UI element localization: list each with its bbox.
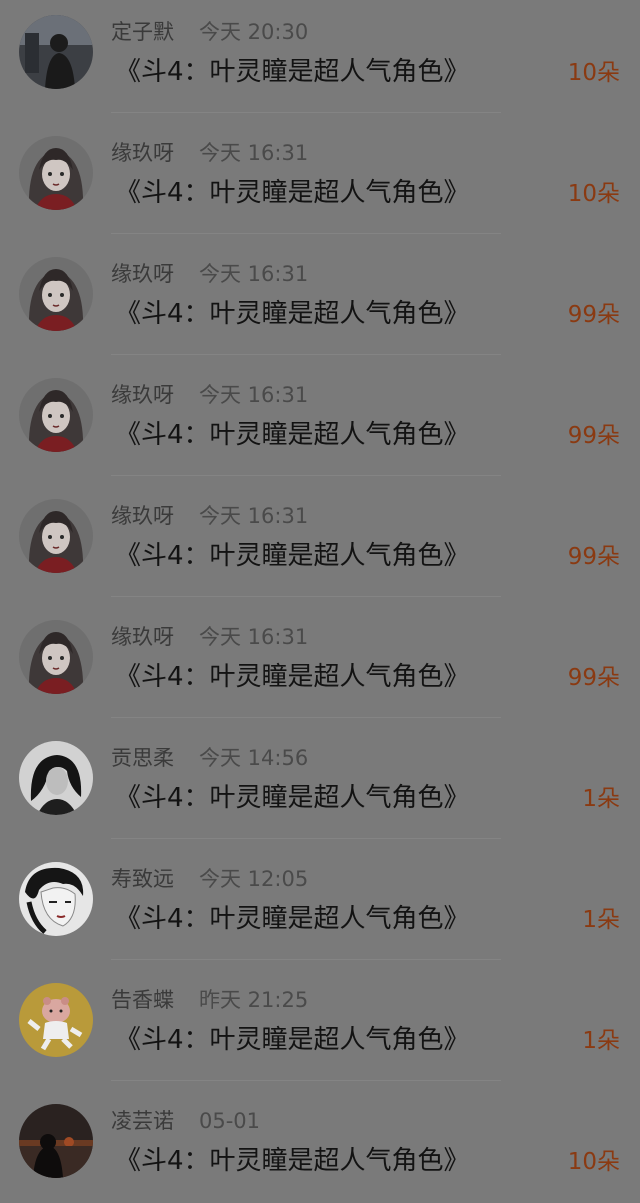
avatar[interactable] — [19, 257, 93, 331]
timestamp: 今天 16:31 — [199, 625, 309, 649]
divider — [111, 112, 501, 113]
timestamp: 今天 16:31 — [199, 383, 309, 407]
divider — [111, 596, 501, 597]
list-item[interactable]: 缘玖呀 今天 16:31 《斗4：叶灵瞳是超人气角色》 99朵 — [0, 484, 640, 605]
timestamp: 今天 12:05 — [199, 867, 309, 891]
username[interactable]: 缘玖呀 — [111, 260, 174, 288]
username[interactable]: 缘玖呀 — [111, 139, 174, 167]
divider — [111, 233, 501, 234]
avatar[interactable] — [19, 983, 93, 1057]
username[interactable]: 寿致远 — [111, 865, 174, 893]
list-item[interactable]: 缘玖呀 今天 16:31 《斗4：叶灵瞳是超人气角色》 99朵 — [0, 363, 640, 484]
timestamp: 今天 20:30 — [199, 20, 309, 44]
username[interactable]: 凌芸诺 — [111, 1107, 174, 1135]
timestamp: 昨天 21:25 — [199, 988, 309, 1012]
gift-amount: 1朵 — [582, 907, 620, 933]
divider — [111, 717, 501, 718]
list-item[interactable]: 告香蝶 昨天 21:25 《斗4：叶灵瞳是超人气角色》 1朵 — [0, 968, 640, 1089]
gift-message[interactable]: 《斗4：叶灵瞳是超人气角色》 — [115, 1143, 470, 1179]
gift-amount: 99朵 — [567, 544, 620, 570]
gift-message[interactable]: 《斗4：叶灵瞳是超人气角色》 — [115, 659, 470, 695]
gift-amount: 99朵 — [567, 302, 620, 328]
gift-message[interactable]: 《斗4：叶灵瞳是超人气角色》 — [115, 296, 470, 332]
list-item[interactable]: 凌芸诺 05-01 《斗4：叶灵瞳是超人气角色》 10朵 — [0, 1089, 640, 1203]
timestamp: 今天 14:56 — [199, 746, 309, 770]
timestamp: 今天 16:31 — [199, 141, 309, 165]
gift-amount: 10朵 — [567, 60, 620, 86]
list-item[interactable]: 缘玖呀 今天 16:31 《斗4：叶灵瞳是超人气角色》 99朵 — [0, 605, 640, 726]
avatar[interactable] — [19, 862, 93, 936]
username[interactable]: 定子默 — [111, 18, 174, 46]
gift-amount: 99朵 — [567, 665, 620, 691]
username[interactable]: 缘玖呀 — [111, 502, 174, 530]
list-item[interactable]: 定子默 今天 20:30 《斗4：叶灵瞳是超人气角色》 10朵 — [0, 0, 640, 121]
avatar[interactable] — [19, 15, 93, 89]
username[interactable]: 告香蝶 — [111, 986, 174, 1014]
gift-amount: 99朵 — [567, 423, 620, 449]
timestamp: 今天 16:31 — [199, 262, 309, 286]
list-item[interactable]: 缘玖呀 今天 16:31 《斗4：叶灵瞳是超人气角色》 10朵 — [0, 121, 640, 242]
gift-amount: 1朵 — [582, 786, 620, 812]
avatar[interactable] — [19, 620, 93, 694]
avatar[interactable] — [19, 136, 93, 210]
divider — [111, 1080, 501, 1081]
gift-message[interactable]: 《斗4：叶灵瞳是超人气角色》 — [115, 1022, 470, 1058]
gift-message[interactable]: 《斗4：叶灵瞳是超人气角色》 — [115, 54, 470, 90]
divider — [111, 838, 501, 839]
gift-amount: 10朵 — [567, 1149, 620, 1175]
gift-amount: 1朵 — [582, 1028, 620, 1054]
timestamp: 05-01 — [199, 1109, 261, 1133]
list-item[interactable]: 贡思柔 今天 14:56 《斗4：叶灵瞳是超人气角色》 1朵 — [0, 726, 640, 847]
username[interactable]: 缘玖呀 — [111, 381, 174, 409]
username[interactable]: 缘玖呀 — [111, 623, 174, 651]
username[interactable]: 贡思柔 — [111, 744, 174, 772]
avatar[interactable] — [19, 741, 93, 815]
divider — [111, 959, 501, 960]
gift-message[interactable]: 《斗4：叶灵瞳是超人气角色》 — [115, 538, 470, 574]
gift-message[interactable]: 《斗4：叶灵瞳是超人气角色》 — [115, 780, 470, 816]
gift-message[interactable]: 《斗4：叶灵瞳是超人气角色》 — [115, 175, 470, 211]
gift-message[interactable]: 《斗4：叶灵瞳是超人气角色》 — [115, 417, 470, 453]
avatar[interactable] — [19, 1104, 93, 1178]
list-item[interactable]: 缘玖呀 今天 16:31 《斗4：叶灵瞳是超人气角色》 99朵 — [0, 242, 640, 363]
avatar[interactable] — [19, 499, 93, 573]
divider — [111, 354, 501, 355]
gift-record-list: 定子默 今天 20:30 《斗4：叶灵瞳是超人气角色》 10朵 缘玖呀 今天 16:31 《… — [0, 0, 640, 1203]
gift-amount: 10朵 — [567, 181, 620, 207]
avatar[interactable] — [19, 378, 93, 452]
divider — [111, 475, 501, 476]
gift-message[interactable]: 《斗4：叶灵瞳是超人气角色》 — [115, 901, 470, 937]
timestamp: 今天 16:31 — [199, 504, 309, 528]
list-item[interactable]: 寿致远 今天 12:05 《斗4：叶灵瞳是超人气角色》 1朵 — [0, 847, 640, 968]
